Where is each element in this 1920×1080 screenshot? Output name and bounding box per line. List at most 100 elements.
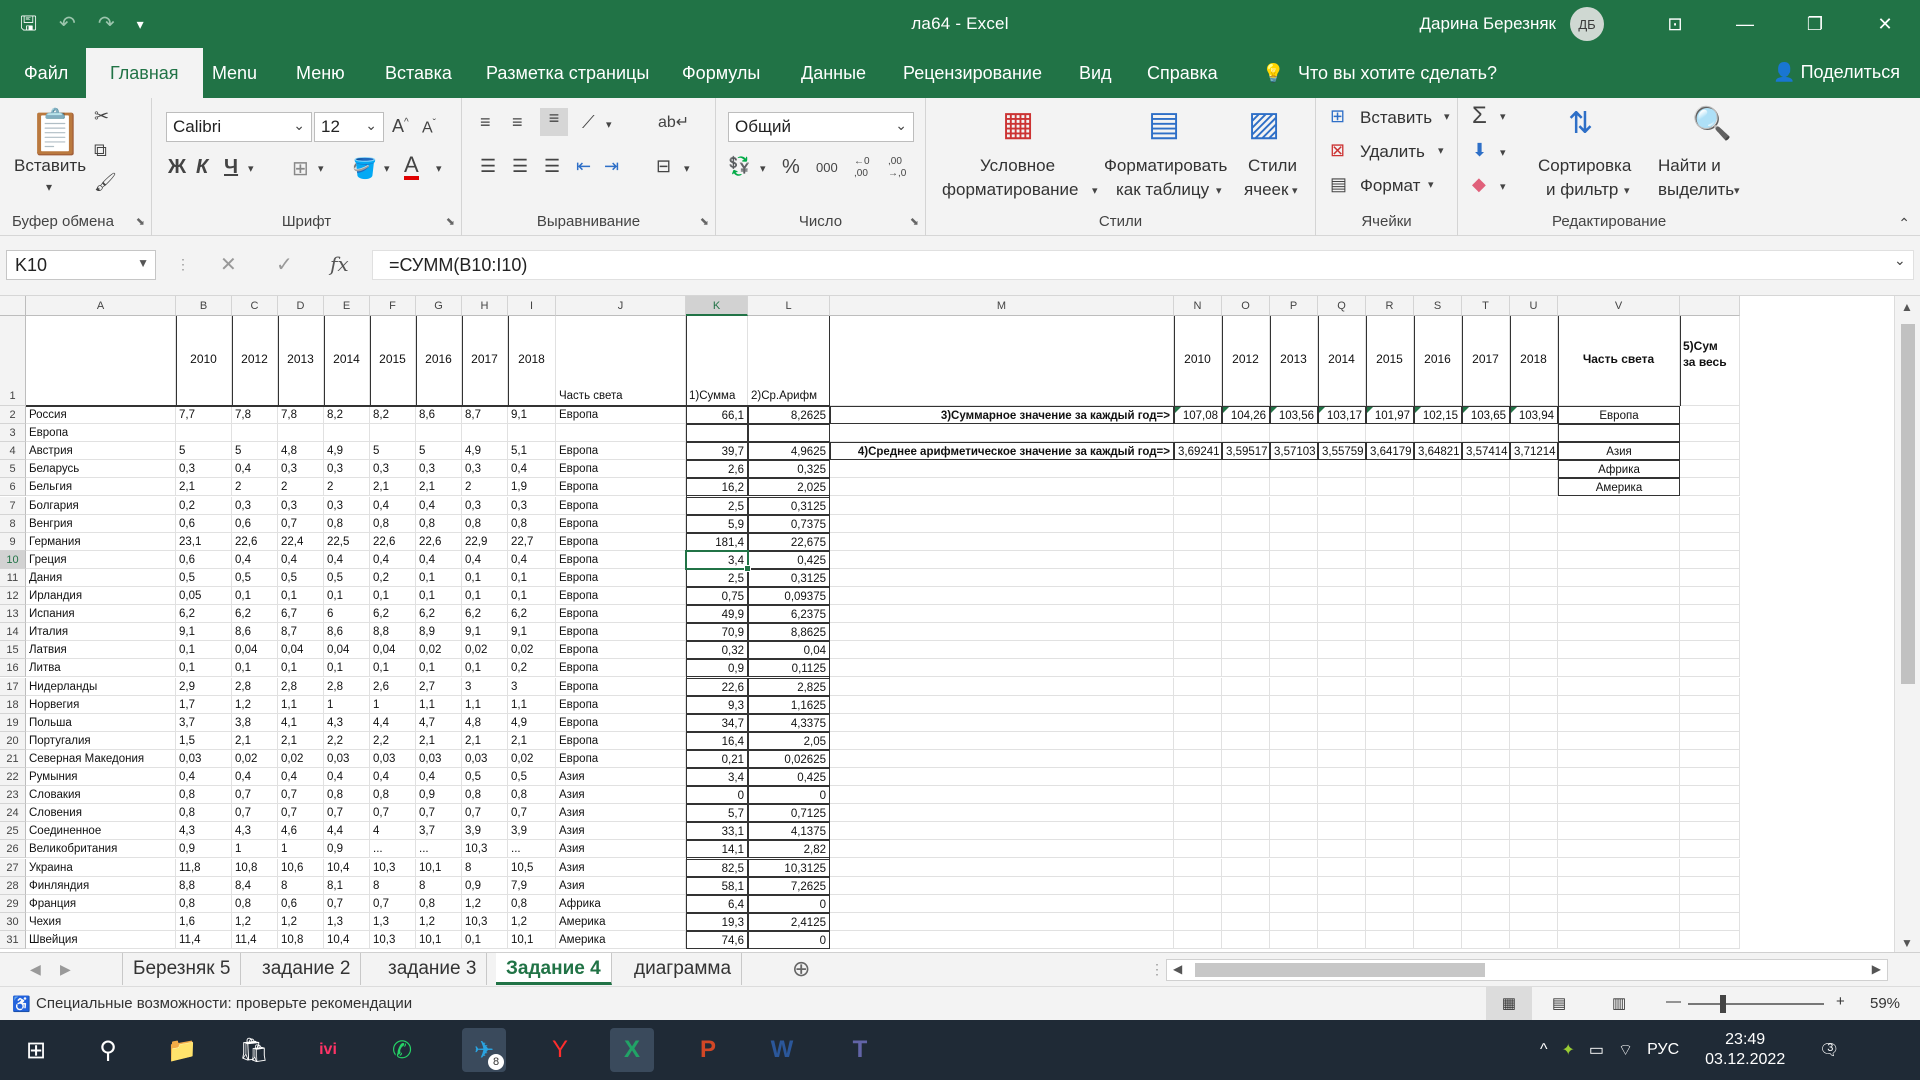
cell-v7[interactable] [1558, 496, 1680, 515]
delete-cells-button[interactable]: Удалить [1360, 142, 1425, 162]
cell-s21[interactable] [1414, 749, 1462, 768]
cell-q6[interactable] [1318, 478, 1366, 497]
cell-r11[interactable] [1366, 568, 1414, 587]
cell-m17[interactable] [830, 677, 1174, 696]
cell-e12[interactable]: 0,1 [324, 587, 370, 606]
cell-c3[interactable] [232, 424, 278, 443]
cell-b15[interactable]: 0,1 [176, 641, 232, 660]
average-value-2018[interactable]: 3,71214 [1510, 442, 1558, 461]
cell-c22[interactable]: 0,4 [232, 768, 278, 787]
cell-n27[interactable] [1174, 858, 1222, 877]
format-painter-icon[interactable]: 🖌 [94, 172, 117, 193]
row-header-10[interactable]: 10 [0, 550, 26, 569]
cell-w14[interactable] [1680, 623, 1740, 642]
avatar[interactable]: ДБ [1570, 7, 1604, 41]
cell-f5[interactable]: 0,3 [370, 460, 416, 479]
cell-f9[interactable]: 22,6 [370, 532, 416, 551]
cell-o21[interactable] [1222, 749, 1270, 768]
cell-k11[interactable]: 2,5 [686, 568, 748, 587]
cell-d2[interactable]: 7,8 [278, 406, 324, 425]
cell-t14[interactable] [1462, 623, 1510, 642]
cell-q30[interactable] [1318, 912, 1366, 931]
cell-e13[interactable]: 6 [324, 605, 370, 624]
cell-t31[interactable] [1462, 930, 1510, 949]
cell-j29[interactable]: Африка [556, 894, 686, 913]
chevron-down-icon[interactable]: ▾ [1444, 110, 1450, 123]
cell-k4[interactable]: 39,7 [686, 442, 748, 461]
worksheet-grid[interactable]: A B C D E F G H I J K L M N O P Q R S T U V 1 2 3 4 5 6 7 8 9 10 11 12 13 1… [0, 296, 1920, 952]
cell-r5[interactable] [1366, 460, 1414, 479]
cell-q16[interactable] [1318, 659, 1366, 678]
teams-icon[interactable]: T [838, 1028, 882, 1072]
cell-d9[interactable]: 22,4 [278, 532, 324, 551]
cell-o20[interactable] [1222, 731, 1270, 750]
cell-i4[interactable]: 5,1 [508, 442, 556, 461]
cell-w6[interactable] [1680, 478, 1740, 497]
paste-button[interactable]: Вставить [14, 156, 86, 176]
cell-o26[interactable] [1222, 840, 1270, 859]
cell-l14[interactable]: 8,8625 [748, 623, 830, 642]
cell-q15[interactable] [1318, 641, 1366, 660]
cell-c20[interactable]: 2,1 [232, 731, 278, 750]
cell-a7[interactable]: Болгария [26, 496, 176, 515]
cell-n16[interactable] [1174, 659, 1222, 678]
cell-c29[interactable]: 0,8 [232, 894, 278, 913]
search-icon[interactable]: 🔍 [1692, 104, 1732, 142]
cell-s22[interactable] [1414, 768, 1462, 787]
cell-l20[interactable]: 2,05 [748, 731, 830, 750]
cell-b24[interactable]: 0,8 [176, 804, 232, 823]
cell-j26[interactable]: Азия [556, 840, 686, 859]
collapse-ribbon-icon[interactable]: ⌃ [1898, 215, 1910, 232]
cell-a9[interactable]: Германия [26, 532, 176, 551]
sum-value-2016[interactable]: 102,15 [1414, 406, 1462, 425]
row-header-20[interactable]: 20 [0, 731, 26, 750]
cell-p16[interactable] [1270, 659, 1318, 678]
cell-h20[interactable]: 2,1 [462, 731, 508, 750]
cell-n5[interactable] [1174, 460, 1222, 479]
cell-b5[interactable]: 0,3 [176, 460, 232, 479]
sort-filter-line2[interactable]: и фильтр [1546, 180, 1618, 200]
underline-button[interactable]: Ч [224, 156, 238, 179]
row-header-3[interactable]: 3 [0, 424, 26, 443]
cell-b14[interactable]: 9,1 [176, 623, 232, 642]
cell-o25[interactable] [1222, 822, 1270, 841]
cell-n26[interactable] [1174, 840, 1222, 859]
cell-c21[interactable]: 0,02 [232, 749, 278, 768]
cell-r18[interactable] [1366, 695, 1414, 714]
cell-n14[interactable] [1174, 623, 1222, 642]
cell-q10[interactable] [1318, 550, 1366, 569]
cell-g25[interactable]: 3,7 [416, 822, 462, 841]
cell-p26[interactable] [1270, 840, 1318, 859]
cell-l13[interactable]: 6,2375 [748, 605, 830, 624]
cell-f30[interactable]: 1,3 [370, 912, 416, 931]
cell-n20[interactable] [1174, 731, 1222, 750]
cell-g29[interactable]: 0,8 [416, 894, 462, 913]
cell-p24[interactable] [1270, 804, 1318, 823]
cell-c4[interactable]: 5 [232, 442, 278, 461]
cell-n29[interactable] [1174, 894, 1222, 913]
cell-j27[interactable]: Азия [556, 858, 686, 877]
cell-b10[interactable]: 0,6 [176, 550, 232, 569]
cell-s14[interactable] [1414, 623, 1462, 642]
row-header-1[interactable]: 1 [0, 316, 26, 406]
next-sheet-icon[interactable]: ▶ [50, 953, 81, 985]
cell-c31[interactable]: 11,4 [232, 930, 278, 949]
cell-r23[interactable] [1366, 786, 1414, 805]
cell-j30[interactable]: Америка [556, 912, 686, 931]
cell-k9[interactable]: 181,4 [686, 532, 748, 551]
cell-m9[interactable] [830, 532, 1174, 551]
cell-j11[interactable]: Европа [556, 568, 686, 587]
cell-k6[interactable]: 16,2 [686, 478, 748, 497]
align-middle-icon[interactable]: ≡ [512, 112, 523, 133]
cell-g19[interactable]: 4,7 [416, 713, 462, 732]
cell-w28[interactable] [1680, 876, 1740, 895]
row-header-19[interactable]: 19 [0, 713, 26, 732]
cell-k29[interactable]: 6,4 [686, 894, 748, 913]
autosum-dropdown-icon[interactable]: ▾ [1500, 110, 1506, 123]
decrease-decimal-button[interactable]: ,00 →,0 [888, 156, 916, 180]
column-header-v[interactable]: V [1558, 296, 1680, 316]
cell-w23[interactable] [1680, 786, 1740, 805]
cell-p27[interactable] [1270, 858, 1318, 877]
cell-q13[interactable] [1318, 605, 1366, 624]
cell-t9[interactable] [1462, 532, 1510, 551]
